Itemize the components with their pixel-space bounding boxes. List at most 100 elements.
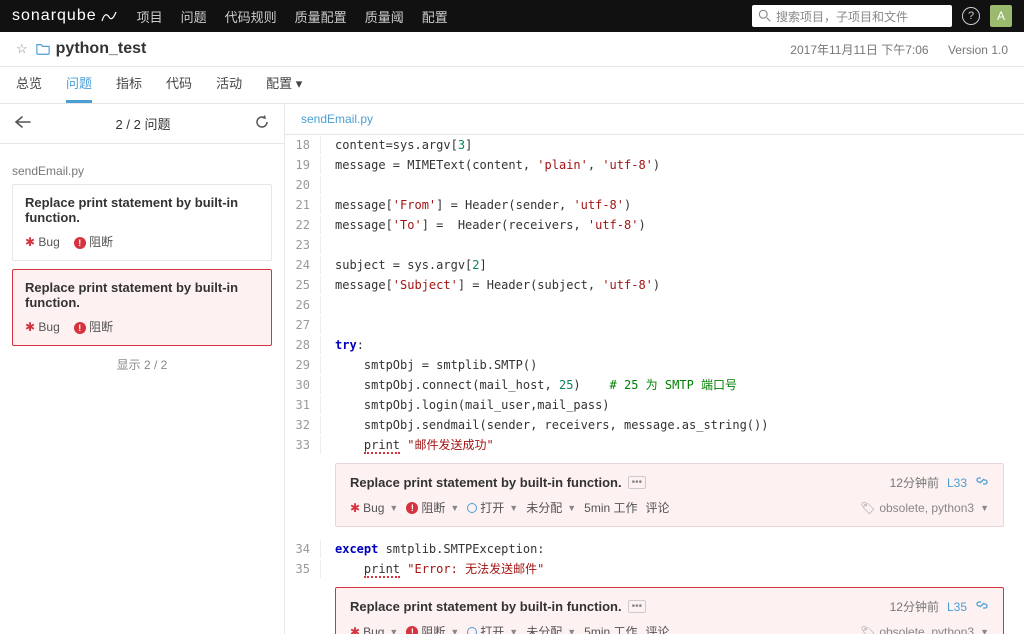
issue-tags[interactable]: 🏷 obsolete, python3▼: [860, 625, 989, 635]
issue-comments[interactable]: 评论: [646, 499, 670, 516]
issue-status-chip[interactable]: 打开▼: [467, 499, 518, 516]
search-input[interactable]: 搜索项目，子项目和文件: [752, 5, 952, 27]
file-tab[interactable]: sendEmail.py: [285, 104, 1024, 135]
topnav-item[interactable]: 配置: [422, 7, 448, 26]
bug-icon: ✱: [350, 625, 360, 635]
line-number: 35: [285, 560, 321, 578]
issue-comments[interactable]: 评论: [646, 623, 670, 634]
tag-icon: 🏷: [860, 625, 875, 635]
tag-icon: 🏷: [860, 501, 875, 515]
issue-title: Replace print statement by built-in func…: [25, 195, 259, 225]
blocker-icon: !: [74, 322, 86, 334]
search-placeholder: 搜索项目，子项目和文件: [776, 8, 908, 25]
top-nav: 项目问题代码规则质量配置质量阈配置: [137, 7, 448, 26]
logo[interactable]: sonarqube: [12, 7, 117, 25]
code-text: print "邮件发送成功": [335, 436, 494, 454]
code-line: 34except smtplib.SMTPException:: [285, 539, 1024, 559]
line-number: 25: [285, 276, 321, 294]
inline-issue: Replace print statement by built-in func…: [335, 587, 1004, 634]
line-number: 32: [285, 416, 321, 434]
inline-issue-title: Replace print statement by built-in func…: [350, 475, 622, 490]
top-bar: sonarqube 项目问题代码规则质量配置质量阈配置 搜索项目，子项目和文件 …: [0, 0, 1024, 32]
show-count: 显示 2 / 2: [12, 356, 272, 373]
line-number: 18: [285, 136, 321, 154]
issue-severity-chip[interactable]: ! 阻断▼: [406, 623, 459, 634]
issue-tags[interactable]: 🏷 obsolete, python3▼: [860, 501, 989, 515]
issue-assignee-chip[interactable]: 未分配▼: [526, 499, 576, 516]
topnav-item[interactable]: 质量阈: [365, 7, 404, 26]
code-line: 19message = MIMEText(content, 'plain', '…: [285, 155, 1024, 175]
issue-more-button[interactable]: •••: [628, 476, 647, 489]
favorite-star-icon[interactable]: ☆: [16, 41, 28, 57]
tab-item[interactable]: 配置 ▾: [266, 73, 302, 103]
bug-icon: ✱: [25, 320, 35, 334]
code-line: 29 smtpObj = smtplib.SMTP(): [285, 355, 1024, 375]
project-meta: 2017年11月11日 下午7:06 Version 1.0: [774, 41, 1008, 58]
issue-severity-chip[interactable]: ! 阻断▼: [406, 499, 459, 516]
tab-item[interactable]: 问题: [66, 73, 92, 103]
code-line: 21message['From'] = Header(sender, 'utf-…: [285, 195, 1024, 215]
project-icon: [36, 42, 50, 56]
code-line: 27: [285, 315, 1024, 335]
code-text: smtpObj = smtplib.SMTP(): [335, 356, 537, 374]
code-line: 35 print "Error: 无法发送邮件": [285, 559, 1024, 579]
project-header: ☆ python_test 2017年11月11日 下午7:06 Version…: [0, 32, 1024, 67]
avatar[interactable]: A: [990, 5, 1012, 27]
issue-type: ✱ Bug: [25, 320, 60, 334]
code-line: 24subject = sys.argv[2]: [285, 255, 1024, 275]
tab-item[interactable]: 代码: [166, 73, 192, 103]
code-text: smtpObj.connect(mail_host, 25) # 25 为 SM…: [335, 376, 737, 394]
issue-line-link[interactable]: L33: [947, 476, 967, 490]
issue-card[interactable]: Replace print statement by built-in func…: [12, 269, 272, 346]
refresh-icon: [254, 114, 270, 130]
project-tabs: 总览问题指标代码活动配置 ▾: [0, 67, 1024, 104]
issue-type-chip[interactable]: ✱ Bug▼: [350, 501, 398, 515]
code-line: 26: [285, 295, 1024, 315]
issue-status-chip[interactable]: 打开▼: [467, 623, 518, 634]
tab-item[interactable]: 指标: [116, 73, 142, 103]
topnav-item[interactable]: 问题: [181, 7, 207, 26]
code-text: smtpObj.login(mail_user,mail_pass): [335, 396, 610, 414]
blocker-icon: !: [406, 502, 418, 514]
tab-item[interactable]: 总览: [16, 73, 42, 103]
issue-line-link[interactable]: L35: [947, 600, 967, 614]
arrow-left-icon: [14, 115, 32, 129]
code-line: 25message['Subject'] = Header(subject, '…: [285, 275, 1024, 295]
issue-assignee-chip[interactable]: 未分配▼: [526, 623, 576, 634]
inline-issue-title: Replace print statement by built-in func…: [350, 599, 622, 614]
code-text: except smtplib.SMTPException:: [335, 540, 545, 558]
code-line: 23: [285, 235, 1024, 255]
status-open-icon: [467, 503, 477, 513]
line-number: 27: [285, 316, 321, 334]
permalink-icon[interactable]: [975, 474, 989, 491]
issue-card[interactable]: Replace print statement by built-in func…: [12, 184, 272, 261]
line-number: 19: [285, 156, 321, 174]
topnav-item[interactable]: 代码规则: [225, 7, 277, 26]
code-text: message['To'] = Header(receivers, 'utf-8…: [335, 216, 646, 234]
issue-severity: ! 阻断: [74, 233, 113, 250]
tab-item[interactable]: 活动: [216, 73, 242, 103]
code-text: smtpObj.sendmail(sender, receivers, mess…: [335, 416, 768, 434]
logo-text-2: qube: [57, 7, 97, 25]
refresh-button[interactable]: [254, 114, 270, 133]
help-button[interactable]: ?: [962, 7, 980, 25]
code-line: 20: [285, 175, 1024, 195]
status-open-icon: [467, 627, 477, 635]
code-line: 22message['To'] = Header(receivers, 'utf…: [285, 215, 1024, 235]
blocker-icon: !: [406, 626, 418, 635]
back-button[interactable]: [14, 115, 32, 132]
project-name[interactable]: python_test: [56, 40, 147, 58]
issue-severity: ! 阻断: [74, 318, 113, 335]
permalink-icon[interactable]: [975, 598, 989, 615]
issue-type-chip[interactable]: ✱ Bug▼: [350, 625, 398, 635]
line-number: 29: [285, 356, 321, 374]
issue-more-button[interactable]: •••: [628, 600, 647, 613]
issue-age: 12分钟前: [890, 598, 939, 615]
sidebar-file-name: sendEmail.py: [12, 164, 272, 178]
bug-icon: ✱: [350, 501, 360, 515]
topnav-item[interactable]: 项目: [137, 7, 163, 26]
issue-title: Replace print statement by built-in func…: [25, 280, 259, 310]
project-date: 2017年11月11日 下午7:06: [790, 43, 928, 57]
topnav-item[interactable]: 质量配置: [295, 7, 347, 26]
line-number: 33: [285, 436, 321, 454]
